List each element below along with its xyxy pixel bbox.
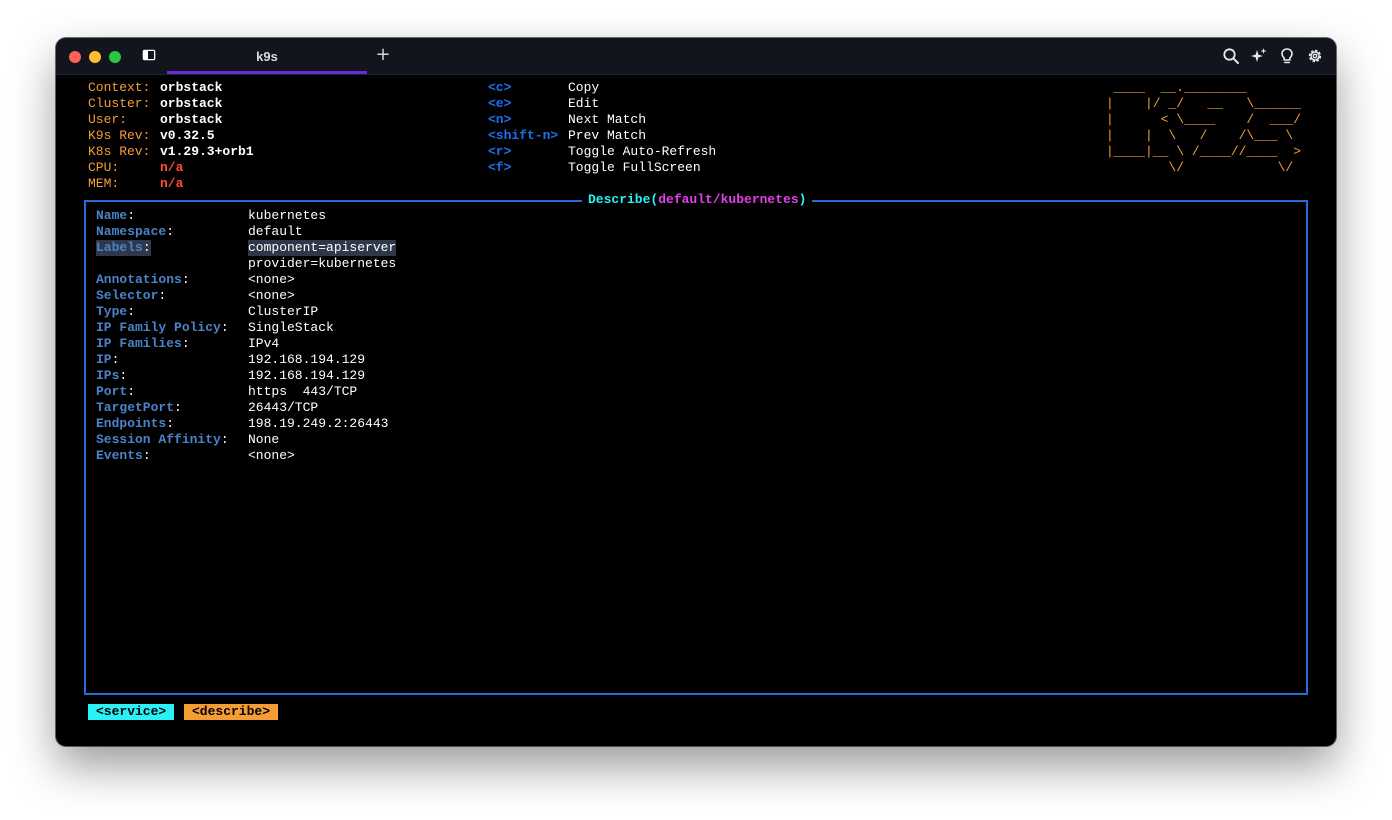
- shortcut-action-prev-match: Prev Match: [568, 128, 647, 143]
- search-icon[interactable]: [1222, 47, 1240, 65]
- field-key-target-port: TargetPort:: [96, 400, 182, 415]
- cpu-label: CPU:: [88, 160, 120, 175]
- field-key-annotations: Annotations:: [96, 272, 190, 287]
- k9s-logo: ____ __.________ | |/ _/ __ \______ | < …: [1106, 80, 1302, 175]
- zoom-window-button[interactable]: [109, 51, 121, 63]
- breadcrumb-service[interactable]: <service>: [88, 704, 175, 720]
- field-value-ips: 192.168.194.129: [248, 368, 366, 383]
- terminal-window: k9s + Context: orbstack Cluster: orbstac…: [56, 38, 1336, 746]
- field-key-ips: IPs:: [96, 368, 128, 383]
- field-value-ip-family-policy: SingleStack: [248, 320, 334, 335]
- breadcrumb-describe[interactable]: <describe>: [184, 704, 279, 720]
- field-key-endpoints: Endpoints:: [96, 416, 175, 431]
- field-key-ip-families: IP Families:: [96, 336, 190, 351]
- mem-label: MEM:: [88, 176, 120, 191]
- minimize-window-button[interactable]: [89, 51, 101, 63]
- shortcut-key-edit: <e>: [488, 96, 512, 111]
- cluster-label: Cluster:: [88, 96, 151, 111]
- context-label: Context:: [88, 80, 151, 95]
- k8s-rev-label: K8s Rev:: [88, 144, 151, 159]
- field-key-ip-family-policy: IP Family Policy:: [96, 320, 229, 335]
- shortcut-key-prev-match: <shift-n>: [488, 128, 559, 143]
- field-value-ip-families: IPv4: [248, 336, 280, 351]
- shortcut-key-auto-refresh: <r>: [488, 144, 512, 159]
- context-row: Context:: [88, 80, 150, 96]
- gear-icon[interactable]: [1306, 47, 1324, 65]
- cpu-value: n/a: [160, 160, 184, 175]
- field-key-namespace: Namespace:: [96, 224, 175, 239]
- field-value-session-affinity: None: [248, 432, 280, 447]
- field-value-selector: <none>: [248, 288, 295, 303]
- shortcut-action-auto-refresh: Toggle Auto-Refresh: [568, 144, 717, 159]
- title-resource: default/kubernetes: [658, 192, 799, 207]
- field-value-name: kubernetes: [248, 208, 327, 223]
- lightbulb-icon[interactable]: [1278, 47, 1296, 65]
- field-value-annotations: <none>: [248, 272, 295, 287]
- field-key-labels: Labels:: [96, 240, 151, 256]
- user-value: orbstack: [160, 112, 223, 127]
- sparkle-icon[interactable]: [1250, 47, 1268, 65]
- active-tab-indicator: [167, 71, 367, 74]
- field-key-port: Port:: [96, 384, 136, 399]
- field-value-labels-2: provider=kubernetes: [248, 256, 397, 271]
- shortcut-key-fullscreen: <f>: [488, 160, 512, 175]
- field-value-endpoints: 198.19.249.2:26443: [248, 416, 389, 431]
- k9s-terminal[interactable]: Context: orbstack Cluster: orbstack User…: [80, 80, 1312, 730]
- k8s-rev-value: v1.29.3+orb1: [160, 144, 254, 159]
- field-key-events: Events:: [96, 448, 151, 463]
- close-window-button[interactable]: [69, 51, 81, 63]
- describe-panel-title: Describe(default/kubernetes): [582, 192, 813, 208]
- new-tab-button[interactable]: +: [374, 44, 392, 66]
- shortcut-action-fullscreen: Toggle FullScreen: [568, 160, 701, 175]
- shortcut-key-copy: <c>: [488, 80, 512, 95]
- field-value-type: ClusterIP: [248, 304, 319, 319]
- field-key-type: Type:: [96, 304, 136, 319]
- shortcut-key-next-match: <n>: [488, 112, 512, 127]
- sidebar-icon[interactable]: [142, 49, 156, 61]
- user-label: User:: [88, 112, 128, 127]
- k9s-rev-label: K9s Rev:: [88, 128, 151, 143]
- field-value-ip: 192.168.194.129: [248, 352, 366, 367]
- field-key-ip: IP:: [96, 352, 120, 367]
- shortcut-action-next-match: Next Match: [568, 112, 647, 127]
- tab-k9s[interactable]: k9s: [167, 38, 367, 74]
- shortcut-action-copy: Copy: [568, 80, 600, 95]
- field-key-session-affinity: Session Affinity:: [96, 432, 229, 447]
- context-value: orbstack: [160, 80, 223, 95]
- mem-value: n/a: [160, 176, 184, 191]
- k9s-rev-value: v0.32.5: [160, 128, 215, 143]
- field-key-selector: Selector:: [96, 288, 167, 303]
- field-value-target-port: 26443/TCP: [248, 400, 319, 415]
- field-value-events: <none>: [248, 448, 295, 463]
- shortcut-action-edit: Edit: [568, 96, 600, 111]
- title-suffix: ): [798, 192, 807, 207]
- field-value-labels: component=apiserver: [248, 240, 397, 256]
- field-value-port: https 443/TCP: [248, 384, 358, 399]
- cluster-value: orbstack: [160, 96, 223, 111]
- title-prefix: Describe(: [588, 192, 659, 207]
- field-key-name: Name:: [96, 208, 136, 223]
- describe-panel[interactable]: Describe(default/kubernetes) Name: kuber…: [84, 192, 1308, 695]
- title-bar: k9s +: [56, 38, 1336, 75]
- field-value-namespace: default: [248, 224, 303, 239]
